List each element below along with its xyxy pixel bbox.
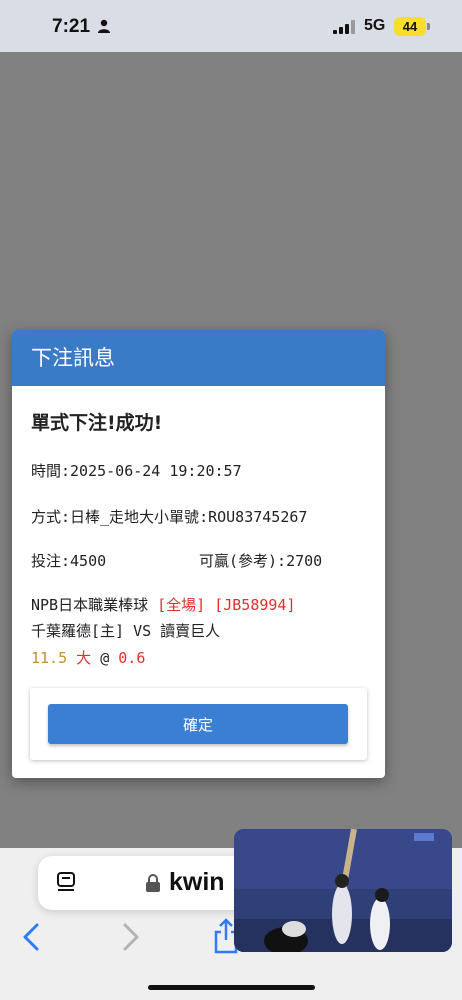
lock-icon (146, 874, 160, 892)
selection-line: 11.5 大 @ 0.6 (31, 647, 145, 668)
battery-icon: 44 (394, 17, 426, 36)
person-icon (98, 19, 110, 33)
bet-result: 單式下注!成功! (31, 412, 163, 434)
league-line: NPB日本職業棒球 [全場] [JB58994] (31, 594, 296, 615)
status-bar: 7:21 5G 44 (0, 0, 462, 52)
bet-info-dialog: 下注訊息 單式下注!成功! 時間:2025-06-24 19:20:57 方式:… (12, 330, 385, 778)
bet-time: 時間:2025-06-24 19:20:57 (31, 462, 242, 480)
url-text[interactable]: kwin (169, 868, 225, 897)
matchup: 千葉羅德[主] VS 讀賣巨人 (31, 622, 221, 640)
chevron-left-icon[interactable] (20, 922, 42, 952)
dialog-title: 下注訊息 (12, 330, 385, 386)
league-name: NPB日本職業棒球 (31, 596, 149, 614)
confirm-button[interactable]: 確定 (48, 704, 348, 744)
odds: 0.6 (118, 649, 146, 667)
signal-icon (333, 20, 355, 34)
home-indicator[interactable] (148, 985, 315, 990)
bet-id: [JB58994] (214, 596, 296, 614)
bet-method: 方式:日棒_走地大小單號:ROU83745267 (31, 508, 308, 526)
battery-tip (427, 23, 430, 30)
bet-payout: 可贏(參考):2700 (199, 552, 323, 570)
status-time: 7:21 (52, 16, 91, 37)
bet-stake: 投注:4500 (31, 552, 107, 570)
chevron-right-icon[interactable] (120, 922, 142, 952)
pip-video[interactable] (234, 829, 452, 952)
line-value: 11.5 (31, 649, 68, 667)
at-sign: @ (100, 649, 110, 667)
selection: 大 (76, 649, 92, 667)
video-frame (234, 829, 452, 952)
button-panel: 確定 (30, 688, 367, 760)
network-type: 5G (364, 17, 386, 34)
scope-tag: [全場] (157, 596, 206, 614)
reader-icon[interactable] (56, 872, 76, 894)
